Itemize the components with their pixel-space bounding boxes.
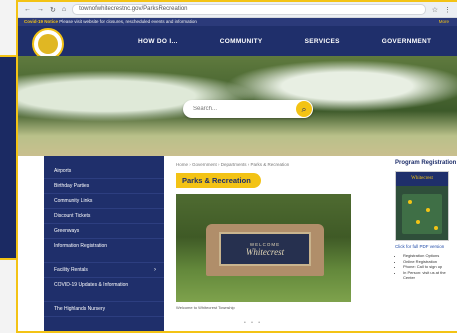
content-area: Airports Birthday Parties Community Link… xyxy=(18,156,457,331)
main-nav: HOW DO I... COMMUNITY SERVICES GOVERNMEN… xyxy=(138,38,431,45)
sign-town-name: Whitecrest xyxy=(245,246,285,257)
nav-services[interactable]: SERVICES xyxy=(305,38,340,45)
star-icon[interactable]: ☆ xyxy=(432,6,438,14)
guide-cover-dot xyxy=(416,220,420,224)
alert-text: Please visit website for closures, resch… xyxy=(59,19,197,24)
guide-cover-dot xyxy=(426,208,430,212)
breadcrumb: Home › Government › Departments › Parks … xyxy=(176,162,290,167)
sidebar-item-greenways[interactable]: Greenways xyxy=(44,224,164,239)
hero-banner: ⌕ xyxy=(18,56,457,156)
browser-toolbar: ← → ↻ ⌂ townofwhitecrestnc.gov/ParksRecr… xyxy=(18,2,457,18)
forward-arrow-icon[interactable]: → xyxy=(37,6,44,13)
search-button[interactable]: ⌕ xyxy=(296,101,312,117)
nav-community[interactable]: COMMUNITY xyxy=(220,38,263,45)
alert-label: Covid-19 Notice xyxy=(24,19,59,24)
site-header: HOW DO I... COMMUNITY SERVICES GOVERNMEN… xyxy=(18,26,457,60)
chevron-right-icon: › xyxy=(154,267,156,273)
sidebar-item-highlands-nursery[interactable]: The Highlands Nursery xyxy=(44,302,164,317)
page-title: Parks & Recreation xyxy=(176,173,261,188)
guide-cover-heading: Whitecrest xyxy=(396,172,448,186)
sidebar-item-airports[interactable]: Airports xyxy=(44,164,164,179)
welcome-sign-photo[interactable]: WELCOME Whitecrest xyxy=(176,194,351,302)
browser-window: ← → ↻ ⌂ townofwhitecrestnc.gov/ParksRecr… xyxy=(16,0,457,333)
alert-banner: Covid-19 Notice Please visit website for… xyxy=(18,18,457,26)
home-icon[interactable]: ⌂ xyxy=(62,6,66,13)
main-content: Home › Government › Departments › Parks … xyxy=(164,156,395,331)
sign-face: WELCOME Whitecrest xyxy=(219,232,311,266)
program-registration-title: Program Registration xyxy=(395,160,457,166)
search-icon: ⌕ xyxy=(301,103,307,114)
sidebar-item-covid-updates[interactable]: COVID-19 Updates & Information xyxy=(44,278,164,302)
program-guide-cover[interactable]: Whitecrest xyxy=(395,171,449,241)
search-input[interactable] xyxy=(191,105,295,113)
registration-options-list: Registration Options Online Registration… xyxy=(395,253,457,281)
nav-how-do-i[interactable]: HOW DO I... xyxy=(138,38,178,45)
address-bar[interactable]: townofwhitecrestnc.gov/ParksRecreation xyxy=(72,4,426,15)
search-box: ⌕ xyxy=(183,100,313,118)
guide-cover-dot xyxy=(434,226,438,230)
reload-icon[interactable]: ↻ xyxy=(50,6,56,14)
sidebar-item-discount-tickets[interactable]: Discount Tickets xyxy=(44,209,164,224)
sidebar-item-birthday-parties[interactable]: Birthday Parties xyxy=(44,179,164,194)
nav-government[interactable]: GOVERNMENT xyxy=(382,38,432,45)
menu-icon[interactable]: ⋮ xyxy=(444,6,451,14)
list-item: In Person: visit us at the Center xyxy=(403,270,457,281)
sidebar-item-label: Facility Rentals xyxy=(54,267,88,273)
program-registration-panel: Program Registration Whitecrest Click fo… xyxy=(395,156,457,331)
photo-caption: Welcome to Whitecrest Township xyxy=(176,305,235,310)
program-guide-link[interactable]: Click for full PDF version xyxy=(395,244,457,249)
sidebar-item-information-registration[interactable]: Information Registration xyxy=(44,239,164,263)
slideshow-pager[interactable]: • • • xyxy=(244,320,262,326)
sidebar-item-community-links[interactable]: Community Links xyxy=(44,194,164,209)
back-arrow-icon[interactable]: ← xyxy=(24,6,31,13)
alert-more-link[interactable]: More xyxy=(439,18,457,26)
guide-cover-dot xyxy=(408,200,412,204)
sidebar-item-facility-rentals[interactable]: Facility Rentals › xyxy=(44,263,164,278)
section-sidebar: Airports Birthday Parties Community Link… xyxy=(44,156,164,331)
